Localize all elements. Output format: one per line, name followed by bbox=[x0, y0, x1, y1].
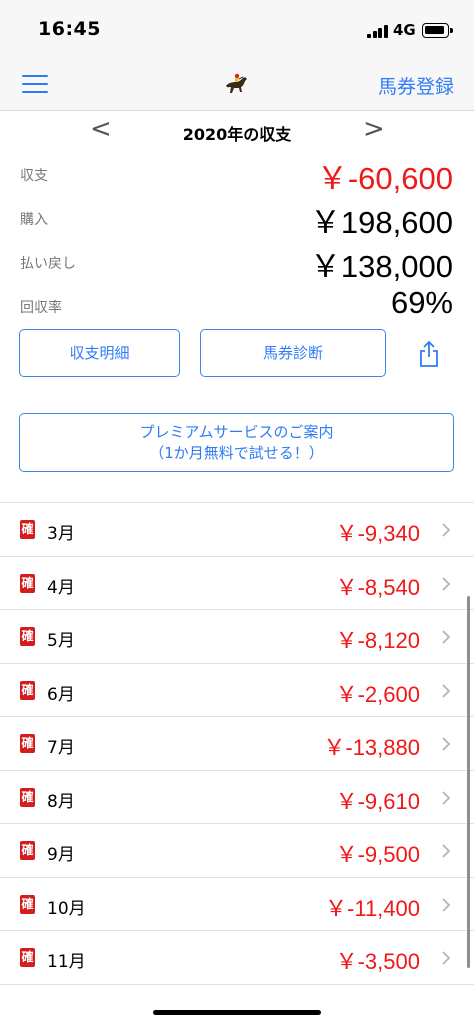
purchase-value: ￥198,600 bbox=[309, 205, 453, 240]
premium-line-1: プレミアムサービスのご案内 bbox=[139, 423, 334, 441]
network-type: 4G bbox=[393, 21, 416, 39]
purchase-label: 購入 bbox=[20, 212, 48, 228]
summary-balance-row: 収支 ￥-60,600 bbox=[0, 153, 474, 197]
balance-detail-button[interactable]: 収支明細 bbox=[19, 329, 180, 377]
confirmed-badge: 確 bbox=[20, 520, 35, 539]
payout-label: 払い戻し bbox=[20, 256, 76, 272]
chevron-right-icon bbox=[442, 951, 451, 965]
payout-value: ￥138,000 bbox=[309, 249, 453, 284]
month-label: 4月 bbox=[47, 577, 75, 598]
navigation-bar: 馬券登録 bbox=[0, 58, 474, 111]
chevron-right-icon bbox=[442, 683, 451, 698]
summary-recovery-row: 回収率 69% bbox=[0, 285, 474, 329]
next-year-button[interactable]: > bbox=[363, 114, 385, 144]
confirmed-badge: 確 bbox=[20, 787, 35, 807]
premium-service-button[interactable]: プレミアムサービスのご案内 （1か月無料で試せる！） bbox=[19, 413, 454, 472]
summary-payout-row: 払い戻し ￥138,000 bbox=[0, 241, 474, 285]
month-label: 7月 bbox=[47, 738, 75, 758]
balance-value: ￥-60,600 bbox=[316, 161, 453, 196]
chevron-right-icon bbox=[442, 737, 451, 751]
month-label: 9月 bbox=[47, 845, 75, 865]
list-item[interactable]: 確 3月 ￥-9,340 bbox=[0, 503, 474, 557]
confirmed-badge: 確 bbox=[20, 948, 35, 967]
month-amount: ￥-8,120 bbox=[335, 628, 420, 653]
confirmed-badge: 確 bbox=[20, 841, 35, 860]
summary-purchase-row: 購入 ￥198,600 bbox=[0, 197, 474, 241]
month-amount: ￥-9,500 bbox=[335, 842, 420, 867]
list-item[interactable]: 確 5月 ￥-8,120 bbox=[0, 610, 474, 664]
chevron-right-icon bbox=[442, 523, 451, 537]
confirmed-badge: 確 bbox=[20, 627, 35, 646]
list-item[interactable]: 確 9月 ￥-9,500 bbox=[0, 824, 474, 878]
balance-label: 収支 bbox=[20, 168, 48, 184]
menu-icon[interactable] bbox=[22, 75, 48, 94]
list-item[interactable]: 確 6月 ￥-2,600 bbox=[0, 664, 474, 717]
list-item[interactable]: 確 11月 ￥-3,500 bbox=[0, 931, 474, 985]
confirmed-badge: 確 bbox=[20, 734, 35, 753]
home-indicator[interactable] bbox=[153, 1010, 321, 1015]
list-item[interactable]: 確 8月 ￥-9,610 bbox=[0, 771, 474, 824]
chevron-right-icon bbox=[442, 576, 451, 591]
battery-icon bbox=[422, 23, 453, 38]
month-label: 8月 bbox=[47, 791, 75, 812]
month-label: 6月 bbox=[47, 684, 75, 705]
chevron-right-icon bbox=[442, 897, 451, 912]
chevron-right-icon bbox=[442, 844, 451, 858]
month-label: 11月 bbox=[47, 952, 86, 972]
list-item[interactable]: 確 10月 ￥-11,400 bbox=[0, 878, 474, 931]
list-item[interactable]: 確 7月 ￥-13,880 bbox=[0, 717, 474, 771]
year-title: 2020年の収支 bbox=[182, 125, 292, 144]
month-amount: ￥-2,600 bbox=[335, 681, 420, 707]
month-amount: ￥-8,540 bbox=[335, 574, 420, 600]
month-label: 10月 bbox=[47, 898, 86, 919]
month-amount: ￥-9,340 bbox=[335, 521, 420, 546]
register-ticket-button[interactable]: 馬券登録 bbox=[378, 72, 454, 99]
status-bar: 16:45 4G bbox=[0, 0, 474, 58]
ticket-diagnosis-button[interactable]: 馬券診断 bbox=[200, 329, 386, 377]
month-amount: ￥-11,400 bbox=[325, 895, 420, 921]
signal-icon bbox=[367, 25, 388, 38]
monthly-list: 確 3月 ￥-9,340 確 4月 ￥-8,540 確 5月 ￥-8,120 確… bbox=[0, 502, 474, 985]
confirmed-badge: 確 bbox=[20, 894, 35, 914]
chevron-right-icon bbox=[442, 790, 451, 805]
chevron-right-icon bbox=[442, 630, 451, 644]
share-icon[interactable] bbox=[417, 340, 441, 368]
list-item[interactable]: 確 4月 ￥-8,540 bbox=[0, 557, 474, 610]
month-label: 3月 bbox=[47, 524, 75, 544]
recovery-rate-value: 69% bbox=[390, 285, 453, 320]
month-amount: ￥-3,500 bbox=[335, 949, 420, 974]
recovery-rate-label: 回収率 bbox=[20, 300, 62, 316]
status-time: 16:45 bbox=[38, 18, 101, 40]
year-navigator: < 2020年の収支 > bbox=[0, 114, 474, 146]
scrollbar[interactable] bbox=[467, 596, 470, 968]
horse-jockey-icon bbox=[226, 73, 247, 93]
confirmed-badge: 確 bbox=[20, 680, 35, 700]
month-label: 5月 bbox=[47, 631, 75, 651]
month-amount: ￥-13,880 bbox=[323, 735, 420, 760]
confirmed-badge: 確 bbox=[20, 573, 35, 593]
premium-line-2: （1か月無料で試せる！） bbox=[149, 444, 324, 462]
month-amount: ￥-9,610 bbox=[335, 788, 420, 814]
